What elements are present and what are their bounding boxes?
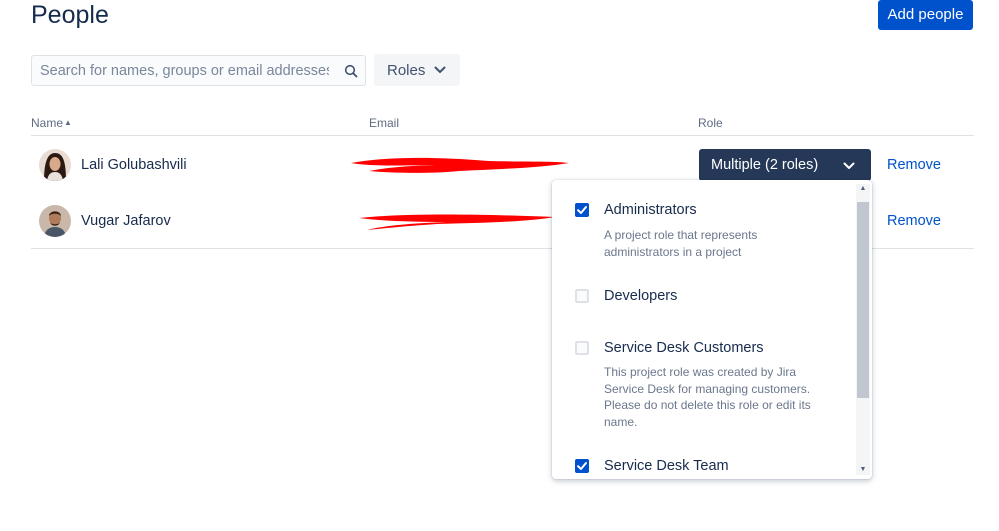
- column-header-name[interactable]: Name▲: [31, 116, 72, 130]
- remove-link[interactable]: Remove: [887, 213, 941, 229]
- option-description: This project role was created by Jira Se…: [604, 365, 811, 429]
- search-box[interactable]: [31, 55, 366, 86]
- role-select[interactable]: Multiple (2 roles): [699, 149, 871, 181]
- search-icon[interactable]: [337, 56, 365, 85]
- option-label: Service Desk Team: [604, 458, 729, 474]
- chevron-down-icon: [843, 158, 855, 174]
- user-name: Lali Golubashvili: [81, 157, 187, 173]
- checkbox-checked[interactable]: [575, 459, 589, 473]
- email-redaction: [351, 157, 569, 173]
- scroll-up-arrow-icon[interactable]: ▲: [858, 184, 868, 194]
- avatar: [39, 205, 71, 237]
- email-redaction: [359, 214, 555, 230]
- remove-link[interactable]: Remove: [887, 157, 941, 173]
- option-label: Service Desk Customers: [604, 340, 764, 356]
- sort-ascending-icon: ▲: [64, 118, 72, 127]
- table-divider: [31, 135, 974, 136]
- option-label: Administrators: [604, 202, 697, 218]
- column-header-role: Role: [698, 116, 723, 130]
- roles-filter-button[interactable]: Roles: [374, 54, 460, 86]
- add-people-button[interactable]: Add people: [878, 0, 973, 30]
- checkbox-checked[interactable]: [575, 203, 589, 217]
- role-select-value: Multiple (2 roles): [711, 157, 819, 173]
- option-label: Developers: [604, 288, 678, 304]
- scroll-down-arrow-icon[interactable]: ▼: [858, 465, 868, 475]
- scrollbar-thumb[interactable]: [857, 202, 869, 398]
- option-description: A project role that represents administr…: [604, 228, 758, 259]
- chevron-down-icon: [434, 66, 446, 74]
- search-input[interactable]: [32, 56, 337, 85]
- checkbox-unchecked[interactable]: [575, 341, 589, 355]
- roles-filter-label: Roles: [387, 61, 426, 79]
- user-name: Vugar Jafarov: [81, 213, 171, 229]
- page-title: People: [31, 1, 109, 29]
- checkbox-unchecked[interactable]: [575, 289, 589, 303]
- role-dropdown-menu: Administrators A project role that repre…: [552, 180, 872, 479]
- column-header-email: Email: [369, 116, 400, 130]
- avatar: [39, 149, 71, 181]
